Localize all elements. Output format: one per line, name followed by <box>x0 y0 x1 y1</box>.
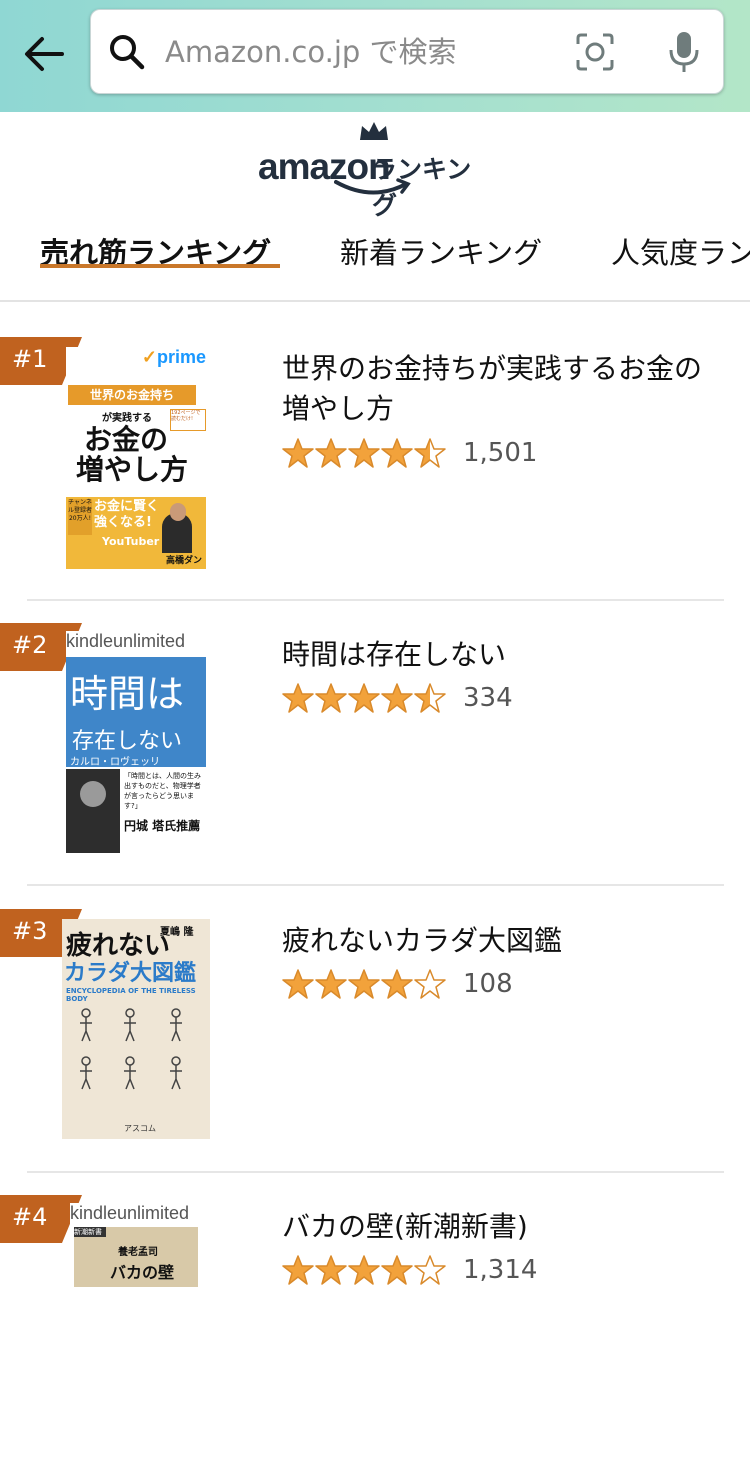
book-title[interactable]: 疲れないカラダ大図鑑 <box>282 921 712 961</box>
smile-arrow-icon <box>334 178 411 195</box>
microphone-icon[interactable] <box>667 30 701 74</box>
kindle-unlimited-badge: kindleunlimited <box>70 1203 190 1223</box>
star-icon <box>282 1255 314 1285</box>
kindle-unlimited-badge: kindleunlimited <box>66 631 186 651</box>
camera-search-icon[interactable] <box>575 32 615 72</box>
star-icon <box>348 969 380 999</box>
star-icon <box>348 438 380 468</box>
star-icon <box>414 1255 446 1285</box>
prime-badge: ✓prime <box>141 347 206 367</box>
ranking-item-1[interactable]: #1 ✓prime 世界のお金持ち が実践する 192ページで読むだけ! お金の… <box>0 337 750 623</box>
divider <box>27 599 724 601</box>
star-icon <box>315 683 347 713</box>
star-rating: 108 <box>282 968 513 1000</box>
ranking-item-4[interactable]: #4 kindleunlimited 新潮新書 養老孟司 バカの壁 バカの壁(新… <box>0 1195 750 1481</box>
tab-new-releases[interactable]: 新着ランキング <box>340 230 542 272</box>
tab-popularity[interactable]: 人気度ランキング <box>611 230 750 272</box>
divider <box>0 300 750 302</box>
ranking-item-3[interactable]: #3 疲れない 夏嶋 隆 カラダ大図鑑 ENCYCLOPEDIA OF THE … <box>0 909 750 1195</box>
star-rating: 1,314 <box>282 1254 537 1286</box>
crown-icon <box>360 122 388 140</box>
star-icon <box>282 969 314 999</box>
ranking-tabs: 売れ筋ランキング 新着ランキング 人気度ランキング <box>0 220 750 302</box>
review-count: 108 <box>463 969 513 999</box>
top-bar <box>0 0 750 112</box>
star-icon <box>414 683 446 713</box>
divider <box>27 1171 724 1173</box>
star-icon <box>414 969 446 999</box>
search-input[interactable] <box>163 26 547 78</box>
star-icon <box>315 969 347 999</box>
review-count: 334 <box>463 683 513 713</box>
back-arrow-icon[interactable] <box>22 32 68 76</box>
star-rating: 334 <box>282 682 513 714</box>
review-count: 1,501 <box>463 438 538 468</box>
star-icon <box>282 683 314 713</box>
star-icon <box>282 438 314 468</box>
star-icon <box>315 438 347 468</box>
star-icon <box>381 438 413 468</box>
star-rating: 1,501 <box>282 437 537 469</box>
star-icon <box>381 969 413 999</box>
star-icon <box>414 438 446 468</box>
star-icon <box>315 1255 347 1285</box>
search-icon[interactable] <box>109 34 145 70</box>
book-cover[interactable]: kindleunlimited 新潮新書 養老孟司 バカの壁 <box>70 1203 200 1287</box>
star-icon <box>381 1255 413 1285</box>
book-cover[interactable]: 疲れない 夏嶋 隆 カラダ大図鑑 ENCYCLOPEDIA OF THE TIR… <box>62 919 210 1139</box>
search-box[interactable] <box>90 9 724 94</box>
amazon-ranking-logo[interactable]: amazon ランキング <box>258 120 494 220</box>
star-icon <box>381 683 413 713</box>
book-cover[interactable]: kindleunlimited 時間は 存在しない カルロ・ロヴェッリ 「時間と… <box>66 631 206 853</box>
active-tab-underline <box>40 264 280 268</box>
ranking-item-2[interactable]: #2 kindleunlimited 時間は 存在しない カルロ・ロヴェッリ 「… <box>0 623 750 909</box>
star-icon <box>348 683 380 713</box>
divider <box>27 884 724 886</box>
review-count: 1,314 <box>463 1255 538 1285</box>
book-title[interactable]: 世界のお金持ちが実践するお金の増やし方 <box>282 349 712 429</box>
book-cover[interactable]: ✓prime 世界のお金持ち が実践する 192ページで読むだけ! お金の 増や… <box>66 347 206 569</box>
star-icon <box>348 1255 380 1285</box>
book-title[interactable]: バカの壁(新潮新書) <box>282 1207 712 1247</box>
book-title[interactable]: 時間は存在しない <box>282 635 712 675</box>
